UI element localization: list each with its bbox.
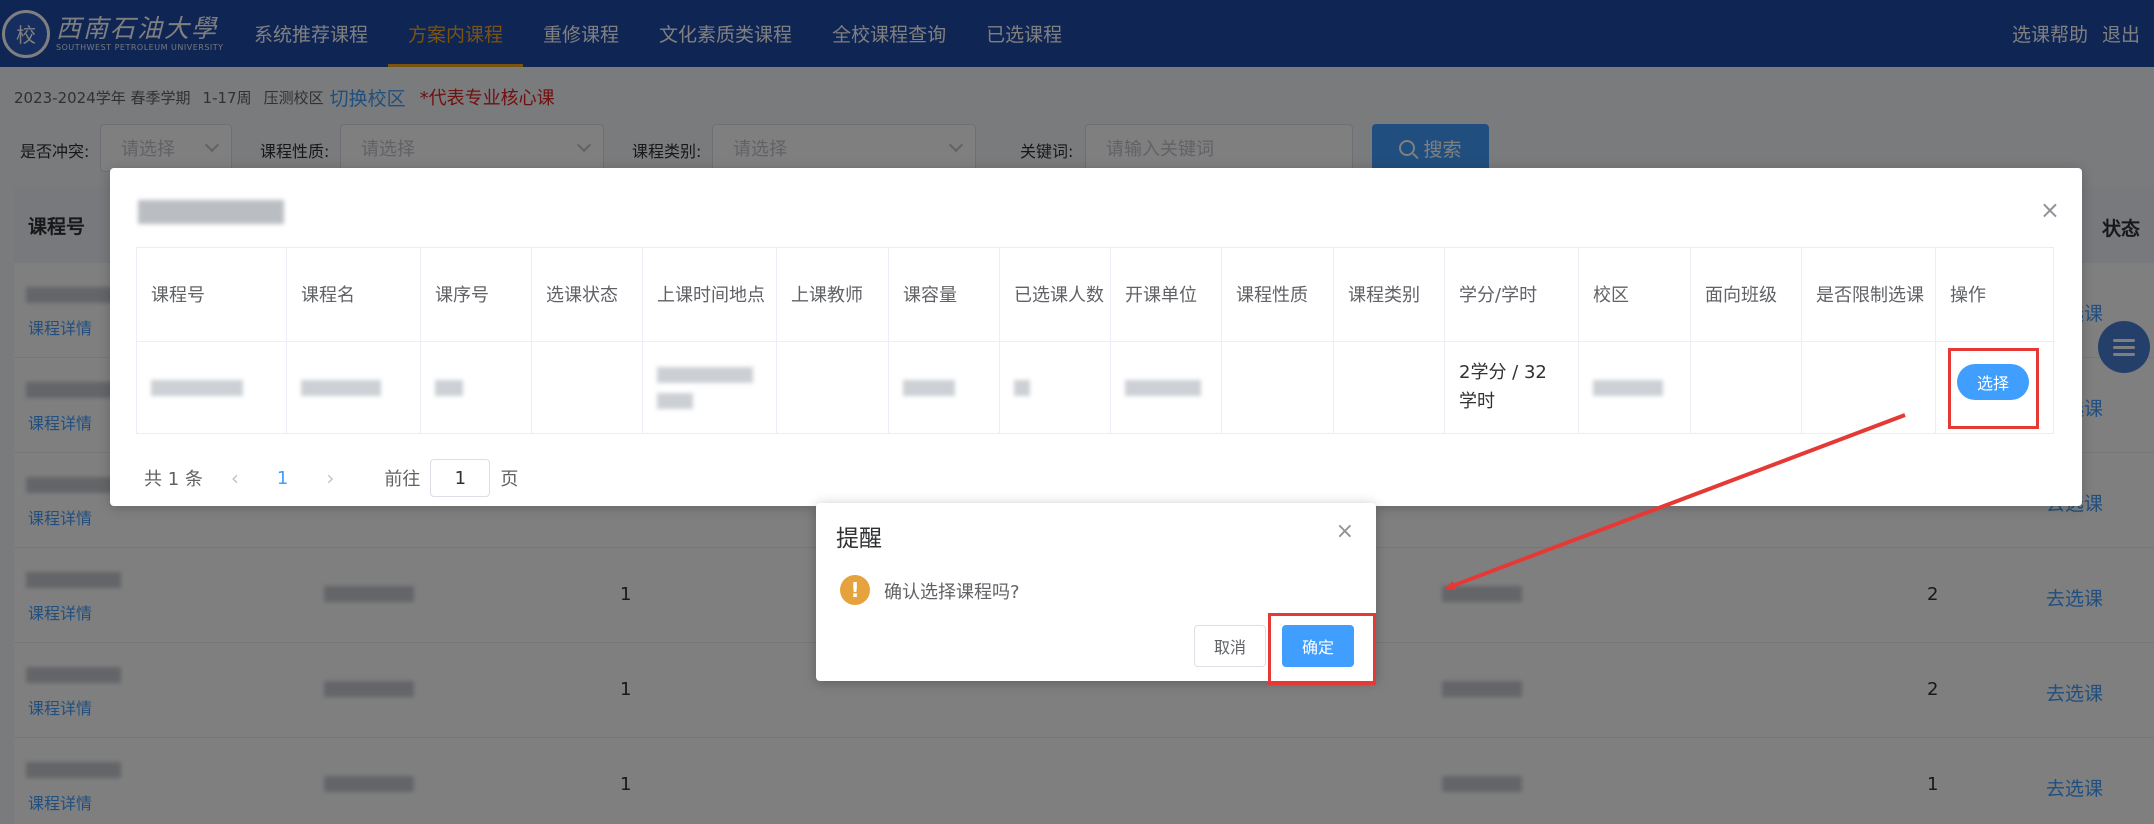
redacted-value <box>657 367 753 383</box>
redacted-value <box>1593 380 1663 396</box>
dialog-message: 确认选择课程吗? <box>884 582 1020 603</box>
redacted-value <box>151 380 243 396</box>
col-campus: 校区 <box>1579 248 1691 342</box>
goto-page-input[interactable] <box>430 459 491 497</box>
col-credit-hours: 学分/学时 <box>1445 248 1579 342</box>
redacted-value <box>903 380 955 396</box>
col-course-code: 课程号 <box>137 248 287 342</box>
course-section-panel: × 课程号 课程名 课序号 选课状态 上课时间地点 上课教师 课容量 已选课人数… <box>110 168 2082 506</box>
col-target-class: 面向班级 <box>1691 248 1802 342</box>
col-category: 课程类别 <box>1334 248 1445 342</box>
section-row: 2学分 / 32学时 选择 <box>137 342 2055 434</box>
redacted-panel-title <box>138 200 284 224</box>
pagination: 共 1 条 ‹ 1 › 前往 页 <box>144 459 519 497</box>
page-unit-label: 页 <box>500 469 519 490</box>
section-table-header: 课程号 课程名 课序号 选课状态 上课时间地点 上课教师 课容量 已选课人数 开… <box>137 248 2055 342</box>
highlight-select-box <box>1948 348 2039 429</box>
dialog-title: 提醒 <box>836 526 882 552</box>
highlight-confirm-box <box>1268 613 1376 685</box>
col-nature: 课程性质 <box>1222 248 1334 342</box>
warning-icon: ! <box>840 575 870 605</box>
cancel-button[interactable]: 取消 <box>1194 625 1266 667</box>
col-teacher: 上课教师 <box>777 248 889 342</box>
redacted-value <box>1014 380 1030 396</box>
redacted-value <box>301 380 381 396</box>
redacted-value <box>1125 380 1201 396</box>
col-department: 开课单位 <box>1111 248 1222 342</box>
page-number-1[interactable]: 1 <box>277 468 288 489</box>
col-select-status: 选课状态 <box>532 248 643 342</box>
section-table: 课程号 课程名 课序号 选课状态 上课时间地点 上课教师 课容量 已选课人数 开… <box>136 247 2055 434</box>
section-credit-hours: 2学分 / 32学时 <box>1445 342 1579 434</box>
col-restricted: 是否限制选课 <box>1802 248 1936 342</box>
col-capacity: 课容量 <box>889 248 1000 342</box>
prev-page-icon[interactable]: ‹ <box>231 466 239 490</box>
goto-label: 前往 <box>384 469 421 490</box>
redacted-value <box>657 393 693 409</box>
close-icon[interactable]: × <box>1336 519 1354 544</box>
redacted-value <box>435 380 463 396</box>
col-seq: 课序号 <box>421 248 532 342</box>
next-page-icon[interactable]: › <box>326 466 334 490</box>
close-icon[interactable]: × <box>2040 196 2060 224</box>
col-course-name: 课程名 <box>287 248 421 342</box>
col-action: 操作 <box>1950 284 1986 306</box>
col-enrolled: 已选课人数 <box>1000 248 1111 342</box>
pagination-total: 共 1 条 <box>144 469 203 490</box>
col-time-place: 上课时间地点 <box>643 248 777 342</box>
